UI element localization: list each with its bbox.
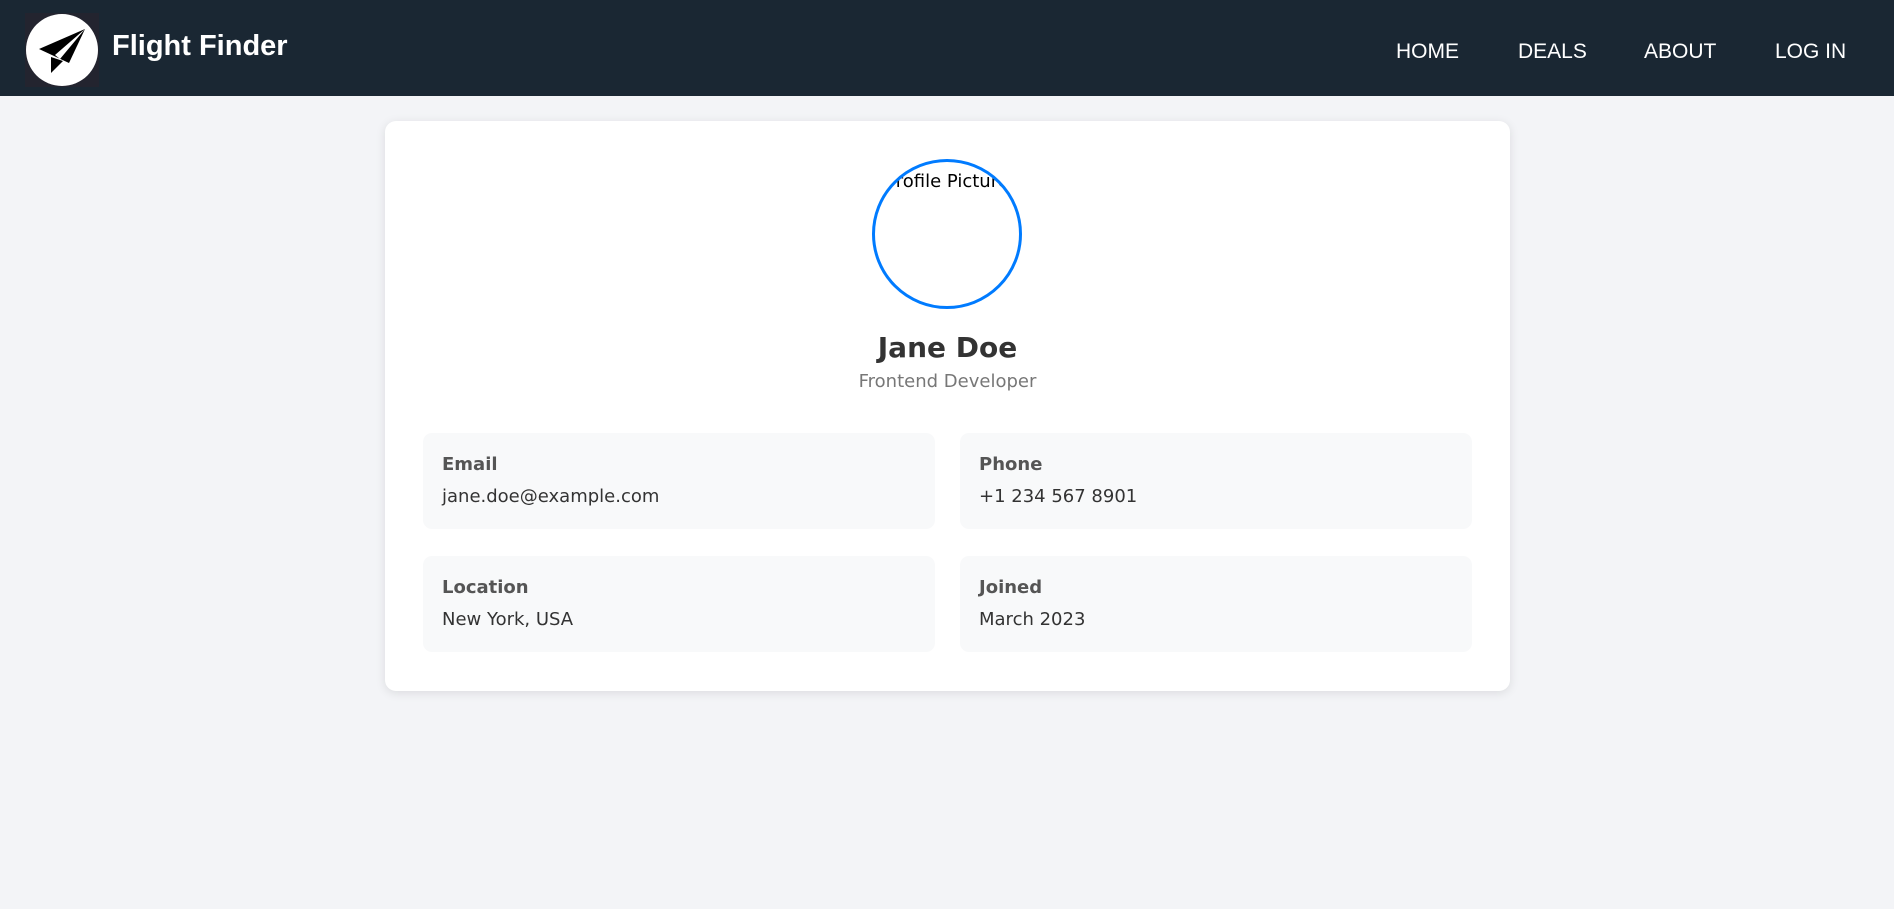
- info-label: Email: [442, 454, 498, 475]
- info-label: Phone: [979, 454, 1043, 475]
- logo[interactable]: [25, 13, 99, 87]
- nav-about[interactable]: ABOUT: [1644, 40, 1716, 64]
- profile-name: Jane Doe: [877, 331, 1018, 364]
- info-label: Location: [442, 577, 529, 598]
- profile-role: Frontend Developer: [858, 371, 1037, 392]
- info-value: +1 234 567 8901: [979, 486, 1138, 507]
- nav-deals[interactable]: DEALS: [1518, 40, 1587, 64]
- brand-title[interactable]: Flight Finder: [112, 30, 288, 63]
- info-phone: Phone +1 234 567 8901: [960, 433, 1472, 529]
- info-joined: Joined March 2023: [960, 556, 1472, 652]
- avatar: Profile Picture: [872, 159, 1022, 309]
- info-value: jane.doe@example.com: [442, 486, 660, 507]
- nav-log-in[interactable]: LOG IN: [1775, 40, 1846, 64]
- info-location: Location New York, USA: [423, 556, 935, 652]
- info-value: New York, USA: [442, 609, 574, 630]
- info-email: Email jane.doe@example.com: [423, 433, 935, 529]
- profile-card: Profile Picture Jane Doe Frontend Develo…: [385, 121, 1510, 691]
- info-label: Joined: [979, 577, 1043, 598]
- top-nav-bar: Flight Finder HOME DEALS ABOUT LOG IN: [0, 0, 1894, 96]
- info-value: March 2023: [979, 609, 1086, 630]
- nav-home[interactable]: HOME: [1396, 40, 1459, 64]
- paper-plane-icon: [26, 14, 98, 86]
